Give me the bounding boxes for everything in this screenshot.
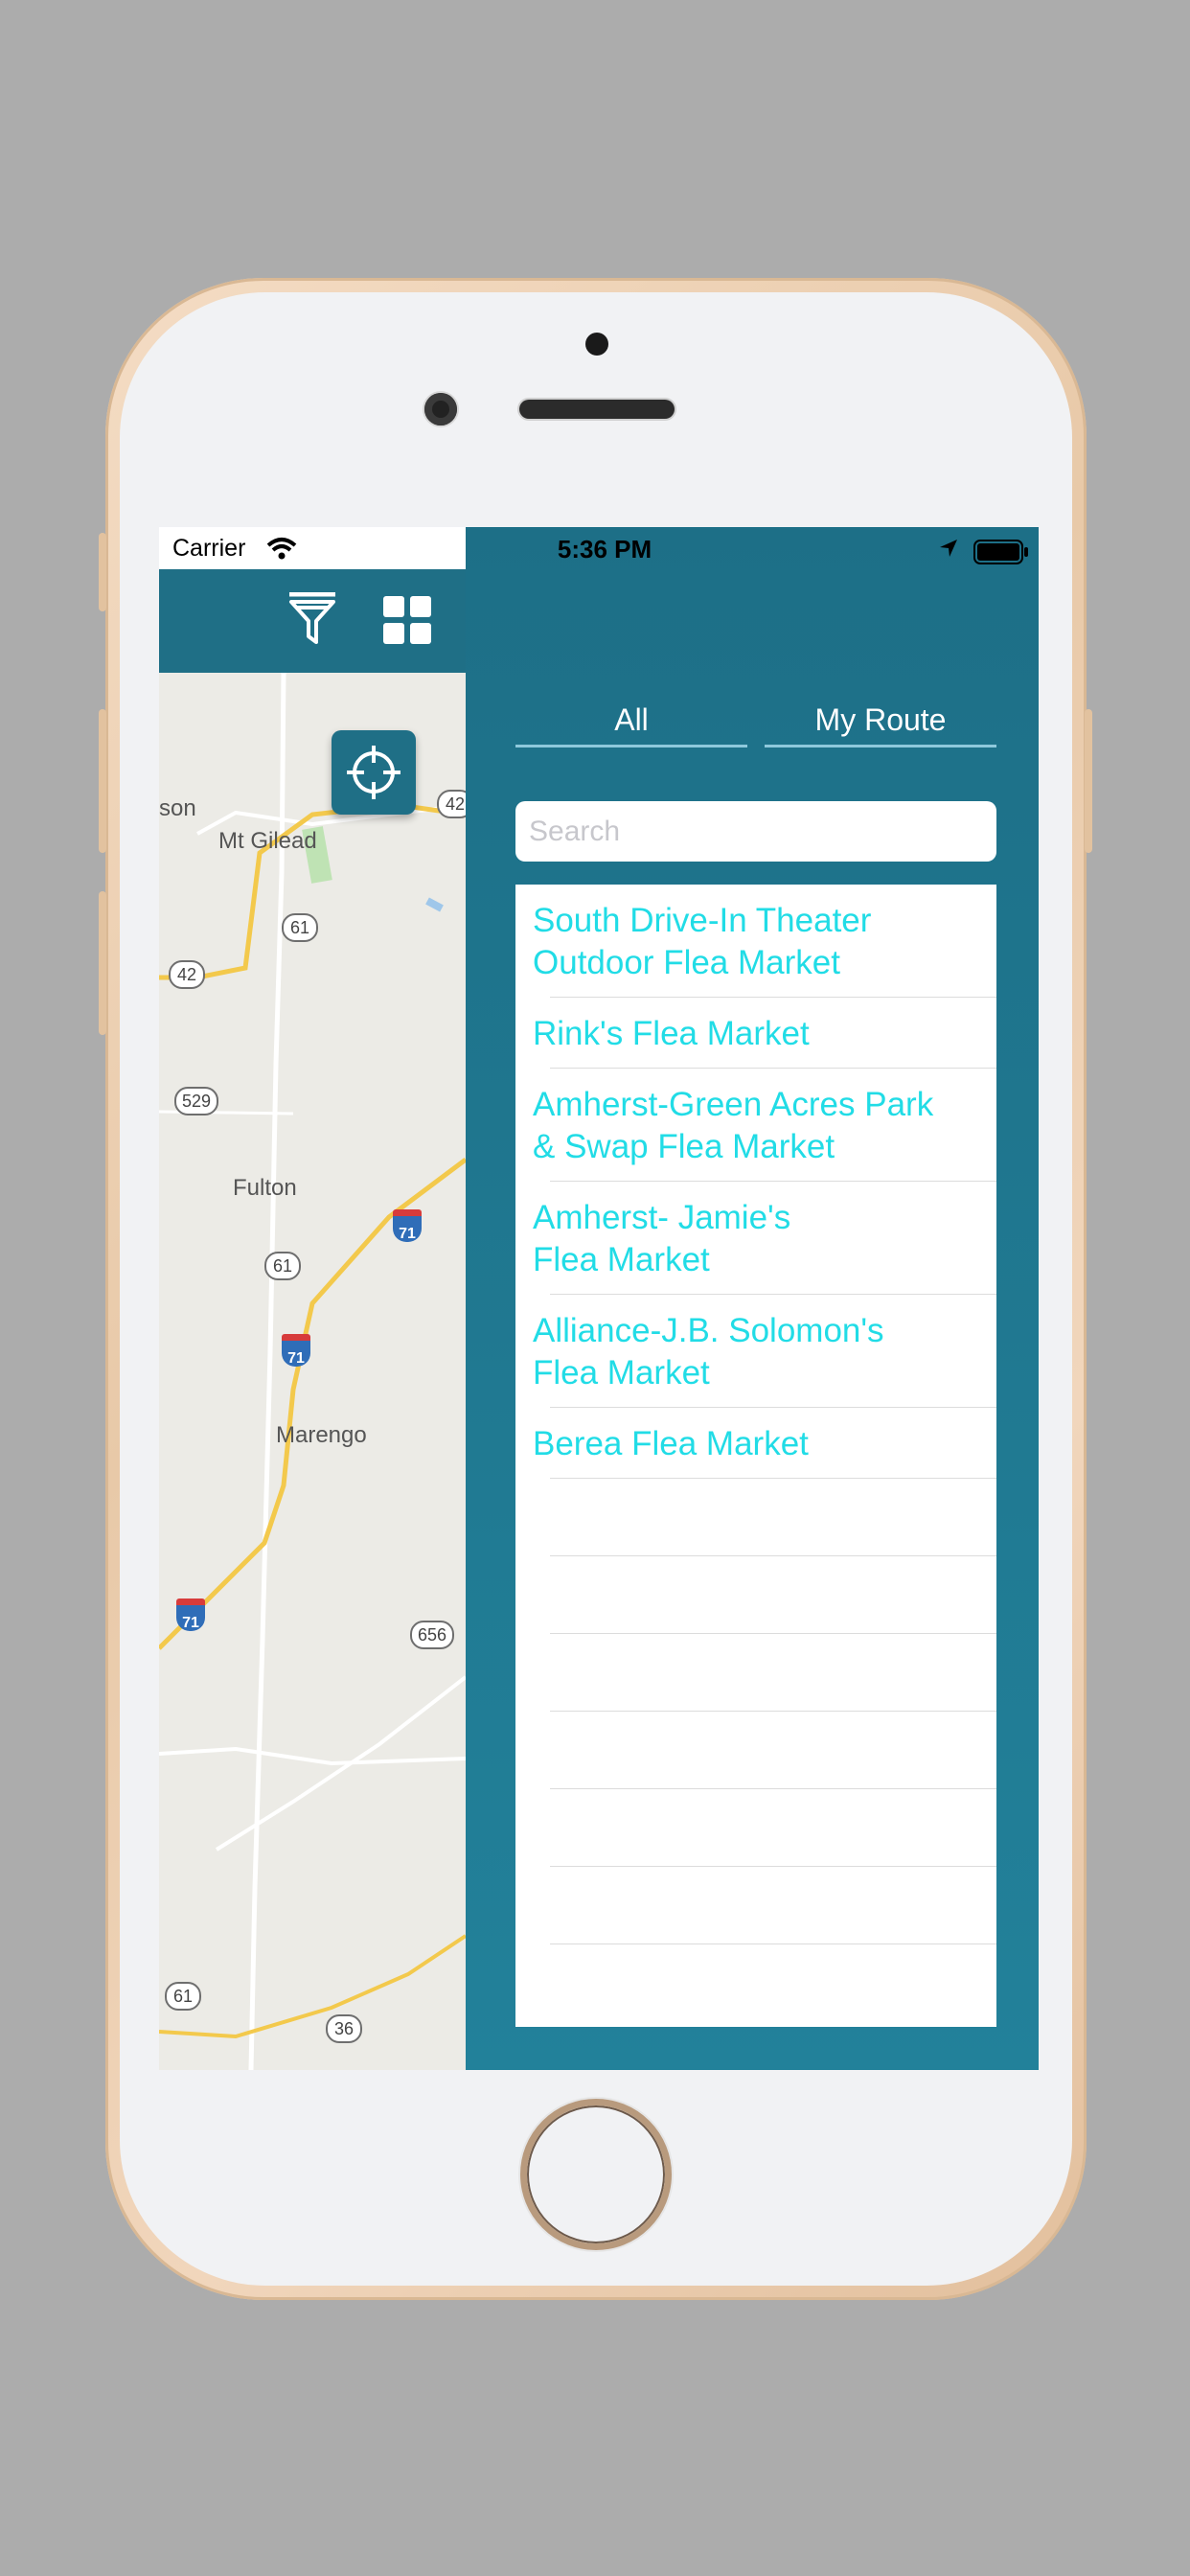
route-shield: 42 [437,790,466,818]
search-input[interactable] [529,801,989,862]
empty-row [515,1634,996,1712]
list-item[interactable]: Rink's Flea Market [515,998,996,1069]
tab-label: All [614,702,649,737]
tab-underline [765,745,996,748]
battery-icon [973,540,1028,564]
interstate-shield: 71 [282,1334,310,1367]
list-item[interactable]: Berea Flea Market [515,1408,996,1479]
empty-row [515,1867,996,1944]
empty-row [515,1556,996,1634]
route-shield: 61 [264,1252,301,1280]
tab-my-route[interactable]: My Route [765,700,996,748]
route-shield: 529 [174,1087,219,1116]
map-view[interactable]: son Mt Gilead Fulton Marengo 42 61 42 52… [159,527,466,2070]
list-item[interactable]: South Drive-In Theater Outdoor Flea Mark… [515,885,996,998]
empty-row [515,1789,996,1867]
power-button [1085,709,1092,853]
volume-up-button [99,709,106,853]
route-shield: 61 [165,1982,201,2011]
front-camera [585,333,608,356]
status-bar-left: Carrier [159,527,466,569]
route-shield: 42 [169,960,205,989]
map-place-label: Mt Gilead [218,828,317,854]
grid-icon[interactable] [383,596,431,644]
empty-row [515,1479,996,1556]
market-list[interactable]: South Drive-In Theater Outdoor Flea Mark… [515,885,996,2027]
tab-label: My Route [814,702,947,737]
route-shield: 61 [282,913,318,942]
mute-switch [99,533,106,611]
tab-underline [515,745,747,748]
home-button[interactable] [520,2099,672,2250]
list-item[interactable]: Amherst- Jamie's Flea Market [515,1182,996,1295]
earpiece-speaker [519,400,675,419]
status-time: 5:36 PM [557,535,652,564]
interstate-shield: 71 [393,1209,422,1242]
route-shield: 36 [326,2014,362,2043]
route-shield: 656 [410,1621,455,1649]
location-arrow-icon [940,540,957,557]
map-roads [159,527,466,2070]
map-place-label: Marengo [276,1422,367,1448]
list-item[interactable]: Amherst-Green Acres Park & Swap Flea Mar… [515,1069,996,1182]
list-item[interactable]: Alliance-J.B. Solomon's Flea Market [515,1295,996,1408]
wifi-icon [266,538,297,560]
tab-all[interactable]: All [515,700,747,748]
side-drawer: 5:36 PM All My Route South Drive-In Thea… [466,527,1039,2070]
search-box [515,801,996,862]
crosshair-icon [347,746,400,799]
map-place-label: son [159,795,196,821]
carrier-label: Carrier [172,535,246,562]
interstate-shield: 71 [176,1598,205,1631]
locate-me-button[interactable] [332,730,416,815]
filter-icon[interactable] [287,592,337,646]
app-screen: son Mt Gilead Fulton Marengo 42 61 42 52… [159,527,1039,2070]
proximity-sensor [424,393,457,426]
map-toolbar [159,569,466,673]
map-place-label: Fulton [233,1175,297,1201]
volume-down-button [99,891,106,1035]
empty-row [515,1712,996,1789]
